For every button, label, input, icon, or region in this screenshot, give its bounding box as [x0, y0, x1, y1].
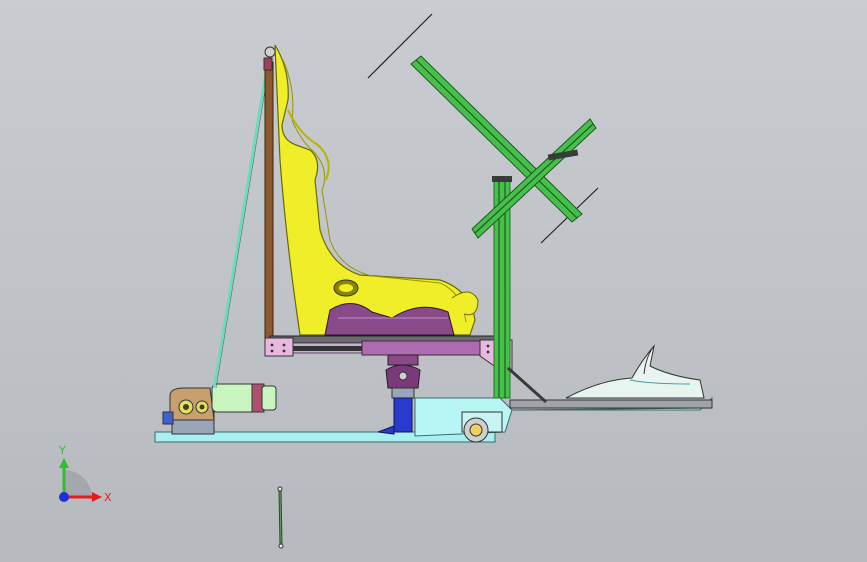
cad-viewport[interactable]: Y X [0, 0, 867, 562]
caster-wheel[interactable] [461, 411, 503, 443]
seat-back-post[interactable] [264, 61, 274, 343]
pulley-icon [264, 46, 276, 58]
pedal-assembly[interactable] [565, 344, 705, 399]
drive-motor[interactable] [162, 383, 277, 435]
y-axis-label: Y [58, 444, 66, 457]
z-axis-icon [59, 492, 69, 502]
center-actuator[interactable] [377, 354, 421, 435]
front-rail[interactable] [509, 399, 713, 409]
coordinate-triad[interactable]: Y X [58, 444, 112, 504]
loose-rod-part[interactable] [277, 486, 284, 549]
tension-cable[interactable] [212, 59, 270, 389]
x-axis-label: X [104, 491, 112, 504]
corner-plate-left[interactable] [264, 337, 294, 357]
upright-brace[interactable] [506, 366, 548, 404]
